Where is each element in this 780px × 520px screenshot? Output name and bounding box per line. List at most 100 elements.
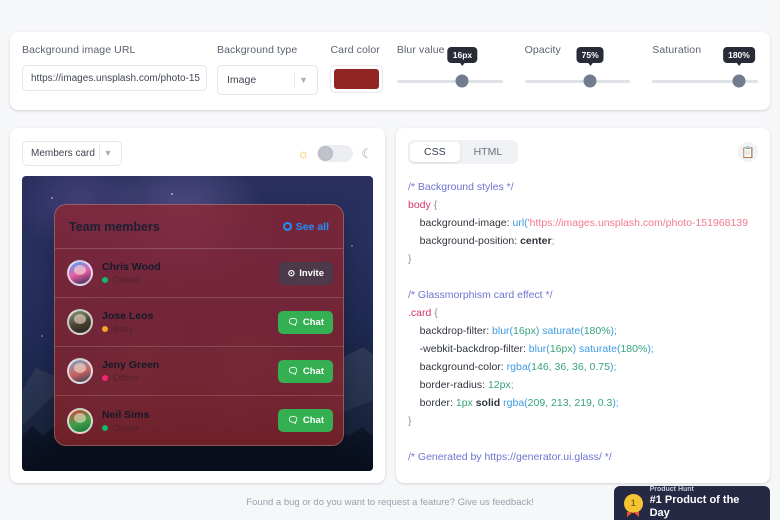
component-select[interactable]: Members card ▼ — [22, 140, 122, 166]
background-type-select[interactable]: Image ▼ — [217, 65, 319, 95]
member-row: Chris Wood Online ⊙ Invite — [55, 249, 343, 298]
code-punct: ); — [612, 397, 619, 409]
tab-html[interactable]: HTML — [460, 142, 517, 162]
blur-slider[interactable]: 16px — [396, 46, 503, 97]
saturation-slider-track: 180% — [652, 46, 758, 88]
code-panel: CSS HTML 📋 /* Background styles */ body … — [396, 128, 770, 483]
opacity-slider-knob[interactable] — [583, 74, 597, 88]
product-hunt-text: Product Hunt #1 Product of the Day — [650, 486, 760, 519]
code-prop-backdrop-filter: backdrop-filter: — [408, 325, 493, 337]
code-comment-generated: /* Generated by https://generator.ui.gla… — [408, 451, 612, 463]
code-url-value: 'https://images.unsplash.com/photo-15196… — [527, 217, 748, 229]
code-comment-glass: /* Glassmorphism card effect */ — [408, 289, 553, 301]
component-select-value: Members card — [31, 147, 95, 159]
member-name: Jose Leos — [102, 310, 154, 322]
member-row: Jeny Green Offline 🗨 Chat — [55, 347, 343, 396]
code-punct: ); — [647, 343, 654, 355]
code-prop-border: border: — [408, 397, 456, 409]
saturation-value-bubble: 180% — [723, 46, 755, 66]
member-chat-button[interactable]: 🗨 Chat — [278, 359, 333, 383]
member-status-label: Busy — [113, 324, 134, 334]
code-punct: ); — [610, 325, 617, 337]
chevron-down-icon: ▼ — [299, 75, 308, 85]
code-url-fn: url( — [512, 217, 528, 229]
eye-icon — [282, 222, 292, 231]
saturation-slider-knob[interactable] — [732, 74, 746, 88]
member-action-label: Chat — [302, 316, 324, 328]
opacity-value-bubble: 75% — [576, 46, 604, 66]
member-info: Neil Sims Online — [102, 409, 149, 433]
member-status: Busy — [102, 324, 153, 334]
control-opacity: Opacity 75% — [524, 44, 631, 97]
member-status-label: Offline — [113, 373, 139, 383]
glass-card: Team members See all Chris Wood Online ⊙ In… — [54, 204, 344, 446]
background-type-label: Background type — [217, 44, 298, 56]
code-content: /* Background styles */ body { backgroun… — [396, 178, 770, 466]
product-hunt-badge[interactable]: 1 Product Hunt #1 Product of the Day — [614, 486, 770, 520]
code-punct: ); — [609, 361, 617, 373]
code-semicolon: ; — [510, 379, 514, 391]
code-blur-fn: blur( — [528, 343, 550, 355]
status-dot-icon — [102, 326, 108, 332]
blur-slider-knob[interactable] — [455, 74, 469, 88]
tab-css[interactable]: CSS — [410, 142, 460, 162]
status-dot-icon — [102, 375, 108, 381]
code-rgba-fn: rgba( — [503, 397, 528, 409]
product-hunt-rank: #1 Product of the Day — [649, 494, 740, 520]
code-prop-background-position: background-position: — [408, 235, 521, 247]
code-tabs: CSS HTML — [408, 140, 519, 164]
code-blur-fn: blur( — [492, 325, 514, 337]
chevron-down-icon: ▼ — [103, 148, 113, 158]
member-status: Online — [102, 275, 161, 285]
preview-header: Members card ▼ ☼ ☾ — [22, 140, 373, 166]
saturation-slider[interactable]: 180% — [652, 46, 758, 97]
blur-value-bubble: 16px — [447, 46, 478, 66]
code-brace: { — [430, 199, 438, 211]
member-info: Chris Wood Online — [102, 261, 161, 285]
member-chat-button[interactable]: 🗨 Chat — [278, 409, 333, 432]
see-all-label: See all — [295, 220, 329, 233]
member-info: Jose Leos Busy — [102, 310, 153, 334]
opacity-slider-track: 75% — [524, 46, 631, 88]
code-brace: { — [431, 307, 438, 319]
opacity-slider[interactable]: 75% — [524, 46, 631, 97]
control-blur: Blur value 16px — [396, 44, 503, 97]
chat-icon: 🗨 — [287, 365, 299, 376]
code-rgba-val: 146, 36, 36, 0.75 — [531, 361, 610, 373]
sun-icon: ☼ — [297, 145, 310, 161]
code-radius-val: 12px — [487, 379, 511, 391]
code-semicolon: ; — [551, 235, 555, 247]
card-color-swatch[interactable] — [330, 65, 383, 93]
member-status: Offline — [102, 373, 159, 383]
member-invite-button[interactable]: ⊙ Invite — [278, 261, 333, 285]
code-blur-val: 16px — [513, 325, 536, 337]
code-rgba-fn: rgba( — [506, 361, 532, 373]
theme-toggle[interactable]: ☼ ☾ — [297, 144, 373, 162]
code-selector-body: body — [408, 199, 431, 211]
code-close-brace: } — [408, 253, 412, 265]
code-prop-webkit-backdrop-filter: -webkit-backdrop-filter: — [408, 343, 529, 355]
code-border-width: 1px — [455, 397, 473, 409]
chat-icon: 🗨 — [287, 415, 299, 425]
code-prop-background-image: background-image: — [408, 217, 513, 229]
chat-icon: 🗨 — [287, 316, 299, 327]
glass-card-title: Team members — [69, 219, 160, 234]
code-blur-val: 16px — [549, 343, 573, 355]
member-chat-button[interactable]: 🗨 Chat — [278, 310, 333, 334]
member-row: Neil Sims Online 🗨 Chat — [55, 396, 343, 445]
see-all-link[interactable]: See all — [282, 220, 329, 233]
code-saturate-fn: saturate( — [579, 343, 621, 355]
control-card-color: Card color — [330, 44, 383, 93]
clipboard-icon[interactable]: 📋 — [738, 142, 758, 162]
member-name: Jeny Green — [102, 359, 160, 371]
code-close-brace: } — [408, 415, 412, 427]
background-url-input[interactable]: https://images.unsplash.com/photo-15 — [22, 65, 207, 91]
code-comment-background: /* Background styles */ — [408, 181, 514, 193]
code-saturate-fn: saturate( — [542, 325, 584, 337]
member-action-label: Chat — [302, 365, 324, 377]
theme-switch[interactable] — [317, 144, 354, 162]
code-prop-border-radius: border-radius: — [408, 379, 488, 391]
theme-switch-knob — [318, 145, 334, 161]
avatar — [67, 407, 93, 434]
code-panel-header: CSS HTML 📋 — [396, 140, 770, 164]
